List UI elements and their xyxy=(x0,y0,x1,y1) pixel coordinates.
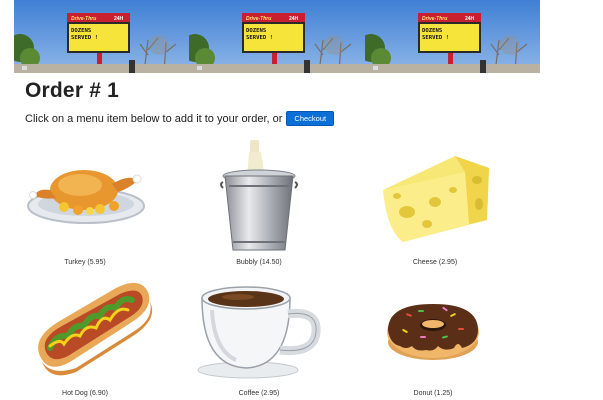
intro-text: Click on a menu item below to add it to … xyxy=(25,112,283,125)
menu-item-label: Coffee (2.95) xyxy=(238,390,280,397)
banner-tile-2: Drive-Thru 24H DOZENS SERVED ! xyxy=(189,0,365,73)
svg-text:SERVED !: SERVED ! xyxy=(422,35,449,41)
svg-text:SERVED !: SERVED ! xyxy=(246,35,273,41)
menu-item-cheese[interactable] xyxy=(360,150,510,250)
svg-text:24H: 24H xyxy=(289,16,299,22)
svg-text:Drive-Thru: Drive-Thru xyxy=(246,16,271,22)
checkout-button[interactable]: Checkout xyxy=(286,111,335,126)
banner-tile-3: Drive-Thru 24H DOZENS SERVED ! xyxy=(364,0,540,73)
hot-dog-icon xyxy=(38,282,153,376)
svg-text:DOZENS: DOZENS xyxy=(71,28,92,34)
drive-thru-sign-image: Drive-Thru 24H DOZENS SERVED ! xyxy=(364,0,540,73)
menu-item-hot-dog[interactable] xyxy=(18,278,168,383)
menu-item-turkey[interactable] xyxy=(10,160,160,270)
intro-line: Click on a menu item below to add it to … xyxy=(25,111,335,126)
menu-item-donut[interactable] xyxy=(358,292,508,367)
champagne-bucket-icon xyxy=(220,140,298,251)
svg-text:24H: 24H xyxy=(465,16,475,22)
header-banner: Drive-Thru 24H DOZENS SERVED ! Drive-Thr… xyxy=(14,0,540,73)
page-title: Order # 1 xyxy=(25,79,120,102)
menu-item-label: Donut (1.25) xyxy=(413,390,453,397)
menu-item-bubbly[interactable] xyxy=(184,138,334,258)
svg-text:Drive-Thru: Drive-Thru xyxy=(71,16,96,22)
menu-item-label: Hot Dog (6.90) xyxy=(62,390,108,397)
donut-icon xyxy=(387,304,479,360)
coffee-cup-icon xyxy=(197,286,321,379)
drive-thru-sign-image: Drive-Thru 24H DOZENS SERVED ! xyxy=(14,0,190,73)
menu-item-label: Turkey (5.95) xyxy=(64,259,106,266)
svg-text:DOZENS: DOZENS xyxy=(246,28,267,34)
menu-item-label: Cheese (2.95) xyxy=(412,259,458,266)
turkey-icon xyxy=(27,170,145,224)
svg-text:24H: 24H xyxy=(114,16,124,22)
drive-thru-sign-image: Drive-Thru 24H DOZENS SERVED ! xyxy=(189,0,365,73)
banner-tile-1: Drive-Thru 24H DOZENS SERVED ! xyxy=(14,0,190,73)
menu-item-label: Bubbly (14.50) xyxy=(236,259,282,266)
cheese-wedge-icon xyxy=(382,156,489,242)
svg-text:SERVED !: SERVED ! xyxy=(71,35,98,41)
svg-text:Drive-Thru: Drive-Thru xyxy=(422,16,447,22)
svg-text:DOZENS: DOZENS xyxy=(422,28,443,34)
menu-item-coffee[interactable] xyxy=(186,280,336,380)
